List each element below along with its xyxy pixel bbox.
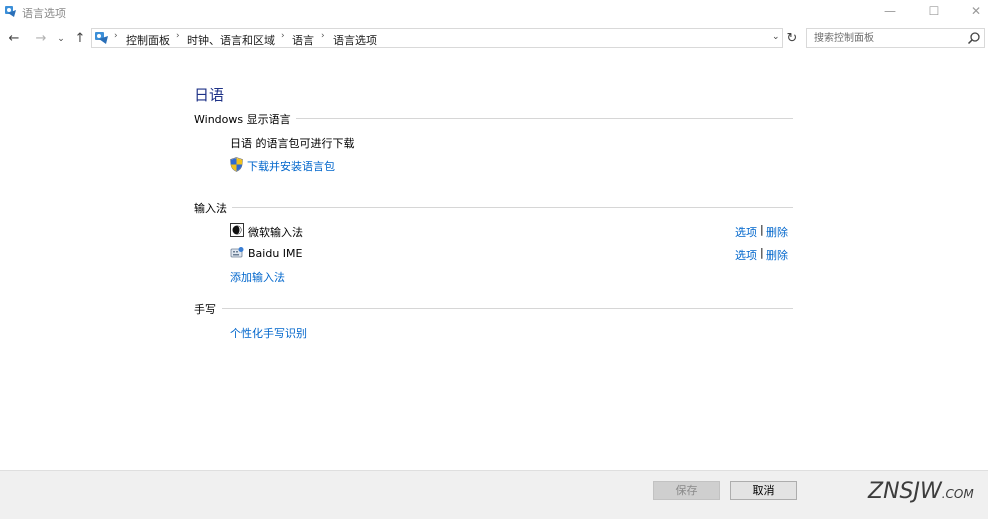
- input-method-remove-link[interactable]: 删除: [766, 247, 788, 263]
- maximize-button[interactable]: ☐: [912, 0, 956, 24]
- control-panel-icon: [95, 32, 108, 44]
- address-bar[interactable]: › 控制面板 › 时钟、语言和区域 › 语言 › 语言选项: [91, 28, 783, 48]
- handwriting-heading: 手写: [194, 303, 216, 316]
- breadcrumb-separator: ›: [114, 31, 118, 41]
- watermark-suffix: .COM: [941, 487, 974, 501]
- download-language-pack-link[interactable]: 下载并安装语言包: [247, 158, 335, 174]
- add-input-method-link[interactable]: 添加输入法: [230, 269, 285, 285]
- display-language-heading: Windows 显示语言: [194, 113, 291, 126]
- input-method-options-link[interactable]: 选项: [735, 247, 757, 263]
- link-separator: |: [760, 223, 764, 236]
- main-content: 日语 Windows 显示语言 日语 的语言包可进行下载 下载并安装语言包 输入…: [0, 52, 988, 470]
- up-button[interactable]: ↑: [72, 30, 88, 48]
- footer-bar: 保存 取消 ZNSJW.COM: [0, 470, 988, 519]
- input-method-name: Baidu IME: [248, 247, 303, 260]
- breadcrumb-separator: ›: [176, 31, 180, 41]
- breadcrumb-language[interactable]: 语言: [292, 32, 314, 48]
- window-title: 语言选项: [22, 7, 66, 20]
- page-title: 日语: [194, 86, 225, 104]
- app-icon: [5, 6, 16, 17]
- watermark-text: ZNSJW: [868, 479, 942, 504]
- search-icon[interactable]: [967, 31, 981, 45]
- close-button[interactable]: ✕: [954, 0, 988, 24]
- baidu-ime-icon: [230, 247, 244, 258]
- search-box[interactable]: [806, 28, 985, 48]
- recent-locations-button[interactable]: ⌄: [53, 30, 69, 48]
- refresh-button[interactable]: ↻: [784, 30, 800, 48]
- cancel-button[interactable]: 取消: [730, 481, 797, 500]
- section-divider: [232, 207, 793, 208]
- breadcrumb-clock-language-region[interactable]: 时钟、语言和区域: [187, 32, 275, 48]
- personalize-handwriting-link[interactable]: 个性化手写识别: [230, 325, 307, 341]
- address-dropdown-icon[interactable]: ⌄: [772, 32, 780, 42]
- minimize-button[interactable]: —: [868, 0, 912, 24]
- forward-button[interactable]: →: [33, 30, 49, 48]
- breadcrumb-control-panel[interactable]: 控制面板: [126, 32, 170, 48]
- link-separator: |: [760, 246, 764, 259]
- breadcrumb-separator: ›: [281, 31, 285, 41]
- search-input[interactable]: [807, 29, 964, 47]
- language-pack-status: 日语 的语言包可进行下载: [230, 137, 355, 150]
- title-bar: 语言选项 — ☐ ✕: [0, 0, 988, 24]
- input-method-name: 微软输入法: [248, 226, 303, 239]
- microsoft-ime-icon: [230, 223, 244, 237]
- breadcrumb-language-options[interactable]: 语言选项: [333, 32, 377, 48]
- shield-icon: [230, 157, 243, 172]
- watermark-logo: ZNSJW.COM: [868, 479, 974, 504]
- back-button[interactable]: ←: [6, 30, 22, 48]
- save-button[interactable]: 保存: [653, 481, 720, 500]
- breadcrumb-separator: ›: [321, 31, 325, 41]
- section-divider: [222, 308, 793, 309]
- input-method-options-link[interactable]: 选项: [735, 224, 757, 240]
- navigation-bar: ← → ⌄ ↑ › 控制面板 › 时钟、语言和区域 › 语言 › 语言选项 ⌄ …: [0, 26, 988, 52]
- section-divider: [296, 118, 793, 119]
- input-method-remove-link[interactable]: 删除: [766, 224, 788, 240]
- input-method-heading: 输入法: [194, 202, 227, 215]
